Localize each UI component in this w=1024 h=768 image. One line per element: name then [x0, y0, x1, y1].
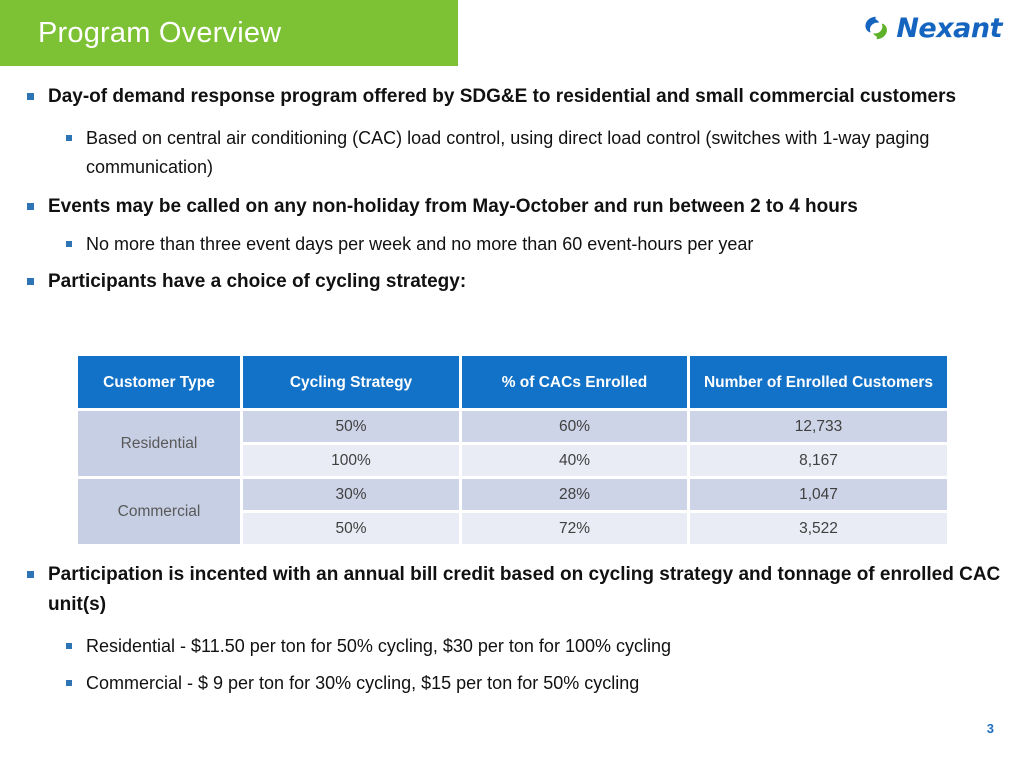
pct-cacs-cell: 72%: [462, 513, 687, 544]
nexant-logo: Nexant: [862, 14, 1002, 42]
customer-type-cell: Commercial: [78, 479, 240, 544]
bullet-square-icon: [27, 203, 34, 210]
table-header-cell: Customer Type: [78, 356, 240, 408]
bullet-item: Day-of demand response program offered b…: [0, 82, 1024, 112]
customer-type-cell: Residential: [78, 411, 240, 476]
bullet-text: Day-of demand response program offered b…: [48, 86, 957, 107]
bullet-square-icon: [27, 571, 34, 578]
bullet-item: Participation is incented with an annual…: [0, 560, 1024, 620]
page-title: Program Overview: [38, 16, 282, 49]
bullet-item: Participants have a choice of cycling st…: [0, 267, 1024, 297]
content-body: Day-of demand response program offered b…: [0, 82, 1024, 299]
cycling-strategy-cell: 30%: [243, 479, 459, 510]
nexant-swirl-icon: [862, 14, 890, 42]
pct-cacs-cell: 60%: [462, 411, 687, 442]
table-row: Commercial 30% 28% 1,047: [78, 479, 947, 544]
pct-cacs-cell: 40%: [462, 445, 687, 476]
cycling-strategy-cell: 100%: [243, 445, 459, 476]
bullet-text: Residential - $11.50 per ton for 50% cyc…: [86, 636, 671, 656]
table-header-cell: Cycling Strategy: [243, 356, 459, 408]
bullet-item: Based on central air conditioning (CAC) …: [0, 124, 1024, 182]
logo-wordmark: Nexant: [896, 12, 1002, 44]
bullet-item: Commercial - $ 9 per ton for 30% cycling…: [0, 669, 1024, 698]
bullet-text: No more than three event days per week a…: [86, 234, 754, 254]
cycling-strategy-cell: 50%: [243, 411, 459, 442]
bullet-square-icon: [27, 278, 34, 285]
enrolled-customers-cell: 1,047: [690, 479, 947, 510]
slide: Program Overview Nexant Day-of demand re…: [0, 0, 1024, 768]
bullet-item: Residential - $11.50 per ton for 50% cyc…: [0, 632, 1024, 661]
bullet-item: No more than three event days per week a…: [0, 230, 1024, 259]
content-body-lower: Participation is incented with an annual…: [0, 560, 1024, 700]
title-banner: Program Overview: [0, 0, 458, 66]
enrolled-customers-cell: 12,733: [690, 411, 947, 442]
bullet-text: Commercial - $ 9 per ton for 30% cycling…: [86, 673, 640, 693]
table-header-row: Customer Type Cycling Strategy % of CACs…: [78, 356, 947, 408]
table-row: Residential 50% 60% 12,733: [78, 411, 947, 476]
bullet-text: Events may be called on any non-holiday …: [48, 196, 858, 217]
cycling-strategy-table: Customer Type Cycling Strategy % of CACs…: [75, 353, 947, 547]
cycling-strategy-cell: 50%: [243, 513, 459, 544]
bullet-item: Events may be called on any non-holiday …: [0, 192, 1024, 222]
page-number: 3: [986, 721, 994, 736]
enrolled-customers-cell: 3,522: [690, 513, 947, 544]
table-header-cell: Number of Enrolled Customers: [690, 356, 947, 408]
table-header-cell: % of CACs Enrolled: [462, 356, 687, 408]
bullet-square-icon: [27, 93, 34, 100]
bullet-text: Based on central air conditioning (CAC) …: [86, 128, 930, 177]
pct-cacs-cell: 28%: [462, 479, 687, 510]
bullet-text: Participation is incented with an annual…: [48, 564, 1001, 615]
bullet-text: Participants have a choice of cycling st…: [48, 271, 467, 292]
enrolled-customers-cell: 8,167: [690, 445, 947, 476]
